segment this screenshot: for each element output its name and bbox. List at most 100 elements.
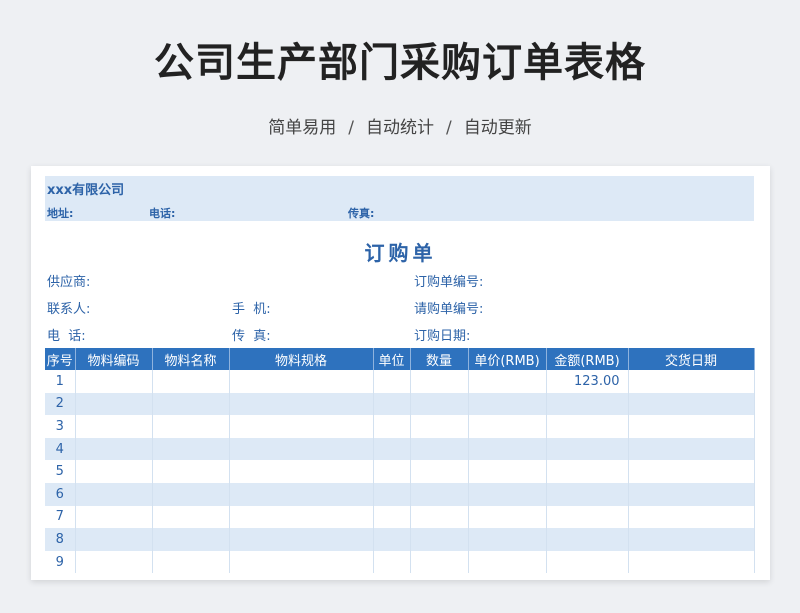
table-cell[interactable] xyxy=(468,370,547,393)
table-cell[interactable] xyxy=(628,460,755,483)
table-cell[interactable] xyxy=(152,392,230,416)
table-cell[interactable] xyxy=(468,460,547,483)
column-header[interactable]: 物料规格 xyxy=(229,348,374,370)
table-cell[interactable] xyxy=(373,482,411,506)
row-number-cell[interactable]: 1 xyxy=(45,370,76,393)
table-cell[interactable] xyxy=(75,550,153,574)
table-cell[interactable] xyxy=(373,437,411,461)
table-cell[interactable] xyxy=(75,415,153,438)
table-cell[interactable] xyxy=(373,392,411,416)
table-cell[interactable] xyxy=(229,482,374,506)
row-number-cell[interactable]: 5 xyxy=(45,460,76,483)
phone-label[interactable]: 电话: xyxy=(149,205,175,221)
table-cell[interactable] xyxy=(75,370,153,393)
table-cell[interactable] xyxy=(628,392,755,416)
column-header[interactable]: 物料名称 xyxy=(152,348,230,370)
column-header[interactable]: 序号 xyxy=(45,348,76,370)
column-header[interactable]: 交货日期 xyxy=(628,348,755,370)
row-number-cell[interactable]: 9 xyxy=(45,550,76,574)
table-cell[interactable] xyxy=(410,550,469,574)
table-cell[interactable] xyxy=(410,528,469,551)
table-cell[interactable] xyxy=(468,482,547,506)
table-cell[interactable] xyxy=(468,392,547,416)
table-cell[interactable] xyxy=(628,482,755,506)
row-number-cell[interactable]: 8 xyxy=(45,528,76,551)
table-cell[interactable] xyxy=(628,550,755,574)
table-cell[interactable] xyxy=(468,528,547,551)
table-cell[interactable] xyxy=(75,482,153,506)
table-cell[interactable] xyxy=(410,505,469,529)
table-cell[interactable] xyxy=(152,550,230,574)
amount-cell[interactable]: 123.00 xyxy=(546,370,629,393)
table-cell[interactable] xyxy=(628,415,755,438)
order-fax-label[interactable]: 传 真: xyxy=(232,325,271,344)
company-name[interactable]: xxx有限公司 xyxy=(47,179,124,198)
table-cell[interactable] xyxy=(229,505,374,529)
order-date-label[interactable]: 订购日期: xyxy=(414,325,470,344)
row-number-cell[interactable]: 7 xyxy=(45,505,76,529)
table-cell[interactable] xyxy=(628,370,755,393)
table-cell[interactable] xyxy=(373,550,411,574)
table-cell[interactable] xyxy=(75,392,153,416)
amount-cell[interactable] xyxy=(546,460,629,483)
table-cell[interactable] xyxy=(75,460,153,483)
table-cell[interactable] xyxy=(152,505,230,529)
table-cell[interactable] xyxy=(628,528,755,551)
row-number-cell[interactable]: 6 xyxy=(45,482,76,506)
table-cell[interactable] xyxy=(628,505,755,529)
table-cell[interactable] xyxy=(229,437,374,461)
amount-cell[interactable] xyxy=(546,550,629,574)
supplier-label[interactable]: 供应商: xyxy=(47,271,90,290)
tel-label[interactable]: 电 话: xyxy=(47,325,86,344)
table-cell[interactable] xyxy=(75,437,153,461)
table-cell[interactable] xyxy=(410,415,469,438)
table-cell[interactable] xyxy=(229,460,374,483)
table-cell[interactable] xyxy=(410,437,469,461)
amount-cell[interactable] xyxy=(546,392,629,416)
table-cell[interactable] xyxy=(468,505,547,529)
table-cell[interactable] xyxy=(229,415,374,438)
column-header[interactable]: 金额(RMB) xyxy=(546,348,629,370)
amount-cell[interactable] xyxy=(546,482,629,506)
table-cell[interactable] xyxy=(468,415,547,438)
table-cell[interactable] xyxy=(410,460,469,483)
table-cell[interactable] xyxy=(468,437,547,461)
table-cell[interactable] xyxy=(628,437,755,461)
table-cell[interactable] xyxy=(373,415,411,438)
column-header[interactable]: 单位 xyxy=(373,348,411,370)
order-number-label[interactable]: 订购单编号: xyxy=(414,271,483,290)
table-cell[interactable] xyxy=(229,550,374,574)
column-header[interactable]: 单价(RMB) xyxy=(468,348,547,370)
table-cell[interactable] xyxy=(75,528,153,551)
table-cell[interactable] xyxy=(152,528,230,551)
table-cell[interactable] xyxy=(373,460,411,483)
table-cell[interactable] xyxy=(373,505,411,529)
request-number-label[interactable]: 请购单编号: xyxy=(414,298,483,317)
mobile-label[interactable]: 手 机: xyxy=(232,298,271,317)
contact-label[interactable]: 联系人: xyxy=(47,298,90,317)
amount-cell[interactable] xyxy=(546,505,629,529)
amount-cell[interactable] xyxy=(546,437,629,461)
table-cell[interactable] xyxy=(410,482,469,506)
fax-label[interactable]: 传真: xyxy=(348,205,374,221)
address-label[interactable]: 地址: xyxy=(47,205,73,221)
table-cell[interactable] xyxy=(468,550,547,574)
table-cell[interactable] xyxy=(229,370,374,393)
table-cell[interactable] xyxy=(410,392,469,416)
column-header[interactable]: 数量 xyxy=(410,348,469,370)
table-cell[interactable] xyxy=(152,437,230,461)
table-cell[interactable] xyxy=(152,415,230,438)
table-cell[interactable] xyxy=(229,392,374,416)
table-cell[interactable] xyxy=(152,482,230,506)
row-number-cell[interactable]: 4 xyxy=(45,437,76,461)
table-cell[interactable] xyxy=(152,460,230,483)
table-cell[interactable] xyxy=(152,370,230,393)
row-number-cell[interactable]: 3 xyxy=(45,415,76,438)
column-header[interactable]: 物料编码 xyxy=(75,348,153,370)
table-cell[interactable] xyxy=(229,528,374,551)
table-cell[interactable] xyxy=(75,505,153,529)
table-cell[interactable] xyxy=(373,370,411,393)
row-number-cell[interactable]: 2 xyxy=(45,392,76,416)
table-cell[interactable] xyxy=(410,370,469,393)
amount-cell[interactable] xyxy=(546,415,629,438)
